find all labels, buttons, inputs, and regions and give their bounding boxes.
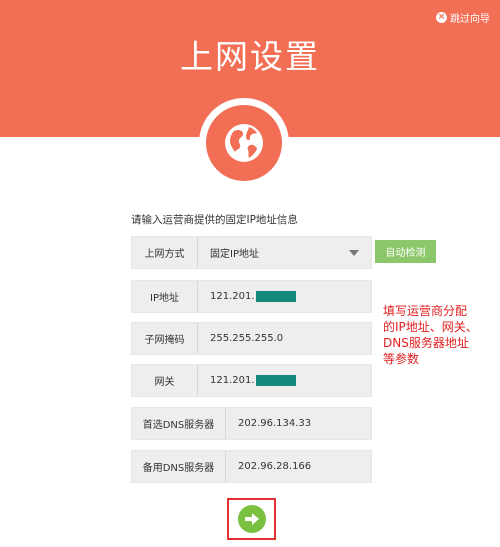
skip-wizard-link[interactable]: × 跳过向导: [436, 10, 490, 25]
secondary-dns-label: 备用DNS服务器: [132, 451, 226, 482]
chevron-down-icon: [349, 250, 359, 256]
connection-type-value[interactable]: 固定IP地址: [198, 237, 371, 268]
secondary-dns-input[interactable]: 202.96.28.166: [226, 451, 371, 482]
gateway-input[interactable]: 121.201.: [198, 365, 371, 396]
next-button[interactable]: [238, 505, 266, 533]
gateway-field[interactable]: 网关 121.201.: [131, 364, 372, 397]
globe-icon: [225, 124, 263, 162]
auto-detect-button[interactable]: 自动检测: [375, 240, 436, 263]
connection-type-label: 上网方式: [132, 237, 198, 268]
annotation-line: DNS服务器地址: [383, 336, 469, 350]
connection-type-text: 固定IP地址: [210, 249, 259, 260]
arrow-right-icon: [245, 513, 259, 525]
page-title: 上网设置: [180, 37, 320, 76]
gateway-text: 121.201.: [210, 375, 255, 386]
subnet-mask-field[interactable]: 子网掩码 255.255.255.0: [131, 322, 372, 355]
annotation-line: 等参数: [383, 352, 420, 366]
subnet-mask-input[interactable]: 255.255.255.0: [198, 323, 371, 354]
close-icon: ×: [436, 12, 447, 23]
form-instruction: 请输入运营商提供的固定IP地址信息: [131, 214, 298, 226]
primary-dns-input[interactable]: 202.96.134.33: [226, 408, 371, 439]
ip-address-input[interactable]: 121.201.: [198, 281, 371, 312]
annotation-line: 的IP地址、网关、: [383, 320, 478, 334]
primary-dns-label: 首选DNS服务器: [132, 408, 226, 439]
skip-wizard-label: 跳过向导: [450, 14, 490, 25]
connection-type-select[interactable]: 上网方式 固定IP地址: [131, 236, 372, 269]
ip-address-field[interactable]: IP地址 121.201.: [131, 280, 372, 313]
primary-dns-field[interactable]: 首选DNS服务器 202.96.134.33: [131, 407, 372, 440]
subnet-mask-label: 子网掩码: [132, 323, 198, 354]
gateway-label: 网关: [132, 365, 198, 396]
next-button-highlight: [227, 498, 276, 540]
annotation-note: 填写运营商分配 的IP地址、网关、 DNS服务器地址 等参数: [383, 303, 493, 367]
redaction-mask: [255, 375, 296, 386]
router-setup-page: × 跳过向导 上网设置 请输入运营商提供的固定IP地址信息 上网方式 固定IP地…: [0, 0, 500, 547]
secondary-dns-field[interactable]: 备用DNS服务器 202.96.28.166: [131, 450, 372, 483]
ip-address-text: 121.201.: [210, 291, 255, 302]
ip-address-label: IP地址: [132, 281, 198, 312]
globe-badge: [199, 98, 289, 188]
annotation-line: 填写运营商分配: [383, 304, 468, 318]
redaction-mask: [255, 291, 296, 302]
